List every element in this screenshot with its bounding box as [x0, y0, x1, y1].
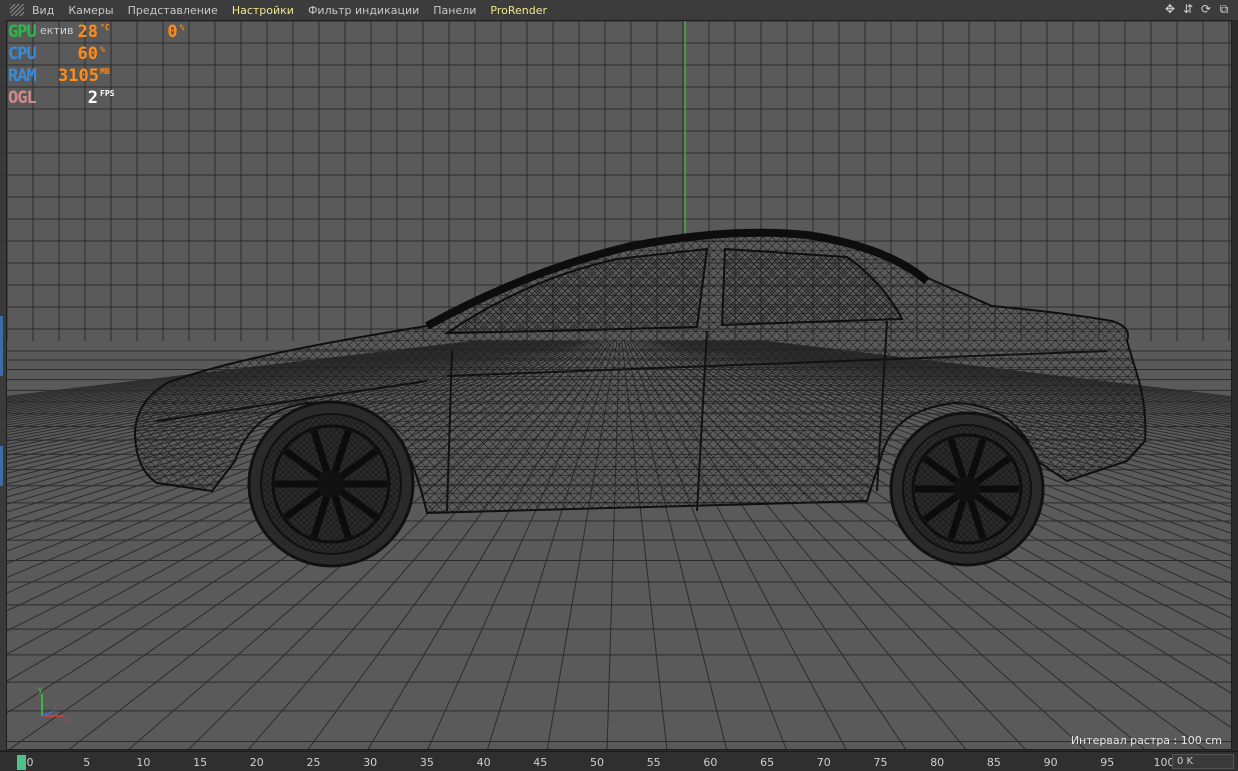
timeline-tick-label: 60 — [703, 756, 718, 769]
ram-label: RAM — [8, 66, 37, 86]
gpu-temp: 28 — [77, 22, 98, 42]
front-wheel — [247, 400, 415, 568]
maximize-view-icon[interactable]: ⧉ — [1216, 1, 1232, 17]
fps-value: 2 — [87, 88, 98, 108]
timeline-tick-label: 15 — [193, 756, 208, 769]
axis-x-label: x — [64, 715, 69, 724]
hud-ram: RAM 3105 MB — [8, 66, 110, 88]
timeline-tick-label: 90 — [1043, 756, 1058, 769]
move-view-icon[interactable]: ✥ — [1162, 1, 1178, 17]
3d-viewport[interactable] — [6, 20, 1232, 750]
timeline-tick-label: 50 — [590, 756, 604, 769]
viewport-nav-icons: ✥ ⇵ ⟳ ⧉ — [1162, 1, 1232, 17]
menu-filter[interactable]: Фильтр индикации — [308, 4, 419, 17]
timeline-tick-label: 10 — [136, 756, 151, 769]
viewport-menubar: Вид Камеры Представление Настройки Фильт… — [0, 0, 1238, 21]
axis-gizmo: y z x — [38, 686, 69, 724]
dolly-icon[interactable]: ⇵ — [1180, 1, 1196, 17]
timeline-tick-label: 20 — [249, 756, 264, 769]
menu-view[interactable]: Вид — [32, 4, 54, 17]
edge-marker — [0, 316, 3, 376]
hud-cpu: CPU 60 % — [8, 44, 105, 66]
timeline-tick-label: 55 — [646, 756, 661, 769]
timeline-tick-label: 5 — [83, 756, 91, 769]
timeline-tick-label: 30 — [363, 756, 378, 769]
ram-value: 3105 — [58, 66, 99, 86]
panel-grip-icon[interactable] — [10, 4, 24, 16]
timeline-tick-label: 75 — [873, 756, 888, 769]
cpu-unit: % — [100, 45, 105, 54]
timeline-tick-label: 70 — [816, 756, 831, 769]
menu-display[interactable]: Представление — [128, 4, 218, 17]
menu-prorender[interactable]: ProRender — [490, 4, 547, 17]
timeline-tick-label: 80 — [930, 756, 945, 769]
gpu-load: 0 — [167, 22, 178, 42]
rear-wheel — [889, 411, 1045, 567]
menu-panels[interactable]: Панели — [433, 4, 476, 17]
timeline-tick-label: 95 — [1100, 756, 1115, 769]
frame-field[interactable]: 0 K — [1172, 754, 1234, 769]
timeline-tick-label: 45 — [533, 756, 548, 769]
cpu-label: CPU — [8, 44, 37, 64]
menu-cameras[interactable]: Камеры — [68, 4, 113, 17]
fps-unit: FPS — [100, 89, 115, 98]
rotate-view-icon[interactable]: ⟳ — [1198, 1, 1214, 17]
hud-ogl: OGL 2 FPS — [8, 88, 114, 110]
timeline-tick-label: 40 — [476, 756, 491, 769]
car-wireframe — [133, 228, 1147, 568]
cpu-value: 60 — [77, 44, 98, 64]
ogl-label: OGL — [8, 88, 37, 108]
edge-marker — [0, 446, 3, 486]
menu-options[interactable]: Настройки — [232, 4, 294, 17]
axis-z-label: z — [52, 705, 56, 714]
timeline-tick-label: 85 — [986, 756, 1001, 769]
wireframe-scene[interactable] — [7, 21, 1232, 750]
ram-unit: MB — [100, 67, 110, 76]
gpu-label: GPU — [8, 22, 37, 42]
timeline-tick-label: 65 — [760, 756, 775, 769]
gpu-load-unit: % — [179, 23, 185, 32]
hud-gpu: GPU 28 °C 0 % — [8, 22, 184, 44]
timeline-playhead[interactable] — [17, 755, 26, 770]
timeline-tick-label: 25 — [306, 756, 321, 769]
raster-interval-label: Интервал растра : 100 cm — [1070, 734, 1222, 747]
timeline-ruler[interactable]: 0 5 10 15 20 25 30 35 40 45 50 55 60 65 70 75 80 85 90 95 10… — [0, 751, 1238, 771]
gpu-temp-unit: °C — [100, 23, 110, 32]
timeline-tick-label: 35 — [419, 756, 434, 769]
timeline-tick-label: 0 — [26, 756, 34, 769]
axis-y-label: y — [38, 686, 43, 694]
